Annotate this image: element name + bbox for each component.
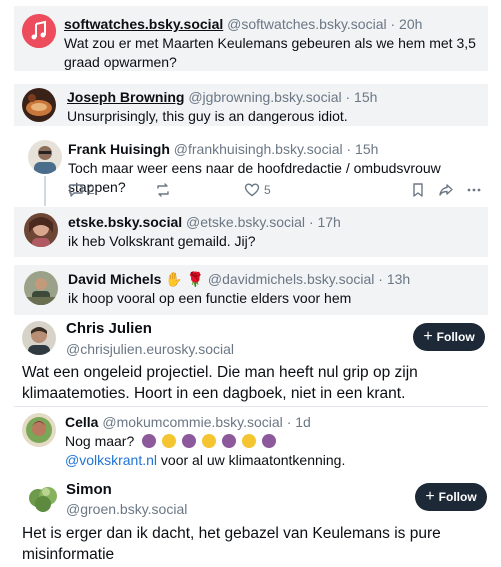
post-header-handle: @chrisjulien.eurosky.social: [66, 340, 234, 358]
author-handle[interactable]: @mokumcommie.bsky.social: [102, 414, 282, 430]
wave-hand-emoji-icon: ✋: [165, 271, 183, 287]
thread-line: [44, 176, 46, 206]
mention-link[interactable]: @volkskrant.nl: [65, 452, 157, 468]
post-chris-julien[interactable]: Chris Julien @chrisjulien.eurosky.social…: [14, 318, 488, 404]
post-time[interactable]: · 15h: [347, 141, 379, 157]
reply-count: 2: [88, 183, 95, 197]
post-text-suffix: voor al uw klimaatontkenning.: [160, 452, 346, 468]
laughing-emoji-icon: [201, 434, 216, 448]
post-time[interactable]: · 13h: [378, 271, 410, 287]
author-name[interactable]: etske.bsky.social: [68, 214, 182, 230]
post-card-softwatches[interactable]: softwatches.bsky.social @softwatches.bsk…: [14, 6, 488, 71]
plus-icon: +: [425, 488, 435, 505]
share-button[interactable]: [438, 181, 454, 199]
post-text: Wat zou er met Maarten Keulemans gebeure…: [64, 35, 476, 70]
post-time[interactable]: · 20h: [391, 16, 423, 32]
author-name[interactable]: Frank Huisingh: [68, 141, 170, 157]
post-text: Unsurprisingly, this guy is an dangerous…: [67, 108, 348, 124]
more-options-button[interactable]: [466, 181, 482, 199]
author-handle[interactable]: @jgbrowning.bsky.social: [188, 89, 341, 105]
author-name[interactable]: softwatches.bsky.social: [64, 16, 223, 32]
bookmark-icon: [413, 183, 423, 197]
facepalm-emoji-icon: [221, 434, 236, 448]
avatar[interactable]: [28, 140, 62, 174]
reply-icon: [69, 184, 83, 197]
post-header: Joseph Browning @jgbrowning.bsky.social …: [67, 88, 377, 106]
avatar[interactable]: [24, 271, 58, 305]
post-simon[interactable]: Simon @groen.bsky.social + Follow Het is…: [14, 478, 488, 566]
heart-icon: [244, 183, 260, 197]
post-actions: 2 5: [68, 181, 488, 199]
post-text: ik hoop vooral op een functie elders voo…: [68, 290, 352, 306]
follow-button[interactable]: + Follow: [413, 323, 485, 351]
author-name[interactable]: David Michels: [68, 271, 161, 287]
author-handle[interactable]: @frankhuisingh.bsky.social: [174, 141, 343, 157]
avatar[interactable]: [22, 321, 56, 355]
bookmark-button[interactable]: [410, 181, 426, 199]
author-name[interactable]: Chris Julien: [66, 320, 152, 337]
facepalm-emoji-icon: [142, 434, 157, 448]
author-handle[interactable]: @chrisjulien.eurosky.social: [66, 341, 234, 357]
author-handle[interactable]: @groen.bsky.social: [66, 501, 187, 517]
post-header-handle: @groen.bsky.social: [66, 500, 187, 518]
ellipsis-icon: [467, 188, 481, 192]
post-text: Wat een ongeleid projectiel. Die man hee…: [22, 364, 418, 402]
post-text-prefix: Nog maar?: [65, 433, 135, 449]
rose-emoji-icon: 🌹: [186, 271, 205, 287]
repost-icon: [157, 183, 169, 197]
avatar[interactable]: [24, 213, 58, 247]
post-card-joseph-browning[interactable]: Joseph Browning @jgbrowning.bsky.social …: [14, 84, 488, 126]
avatar[interactable]: [22, 413, 56, 447]
post-time[interactable]: · 15h: [345, 89, 377, 105]
post-time[interactable]: · 17h: [309, 214, 341, 230]
avatar[interactable]: [26, 482, 60, 516]
reply-button[interactable]: 2: [68, 181, 95, 199]
plus-icon: +: [423, 328, 433, 345]
follow-label: Follow: [436, 330, 475, 344]
avatar[interactable]: [22, 14, 56, 48]
author-name[interactable]: Simon: [66, 481, 112, 498]
music-note-icon: [22, 14, 56, 48]
avatar[interactable]: [22, 88, 56, 122]
post-text: ik heb Volkskrant gemaild. Jij?: [68, 233, 256, 249]
post-header: Frank Huisingh @frankhuisingh.bsky.socia…: [68, 140, 378, 158]
author-handle[interactable]: @davidmichels.bsky.social: [208, 271, 374, 287]
laughing-emoji-icon: [162, 434, 177, 448]
author-name[interactable]: Joseph Browning: [67, 89, 184, 105]
author-name[interactable]: Cella: [65, 414, 98, 430]
post-card-david-michels[interactable]: David Michels ✋ 🌹 @davidmichels.bsky.soc…: [14, 265, 488, 315]
follow-button[interactable]: + Follow: [415, 483, 487, 511]
follow-label: Follow: [438, 490, 477, 504]
post-header: Cella @mokumcommie.bsky.social · 1d: [65, 413, 311, 431]
repost-button[interactable]: [155, 181, 171, 199]
like-count: 5: [264, 183, 271, 197]
like-button[interactable]: 5: [244, 181, 271, 199]
post-header: etske.bsky.social @etske.bsky.social · 1…: [68, 213, 341, 231]
post-text: Het is erger dan ik dacht, het gebazel v…: [22, 525, 441, 563]
post-header: Simon: [66, 481, 112, 499]
post-cella[interactable]: Cella @mokumcommie.bsky.social · 1d Nog …: [14, 410, 488, 470]
author-handle[interactable]: @softwatches.bsky.social: [227, 16, 386, 32]
share-icon: [439, 184, 453, 196]
divider: [14, 406, 488, 407]
post-header: softwatches.bsky.social @softwatches.bsk…: [64, 15, 422, 33]
author-handle[interactable]: @etske.bsky.social: [186, 214, 305, 230]
post-card-etske[interactable]: etske.bsky.social @etske.bsky.social · 1…: [14, 207, 488, 257]
post-time[interactable]: · 1d: [287, 414, 311, 430]
post-header: Chris Julien: [66, 320, 152, 338]
post-text: Nog maar? @volkskrant.nl voor al uw klim…: [65, 432, 480, 470]
facepalm-emoji-icon: [181, 434, 196, 448]
facepalm-emoji-icon: [261, 434, 276, 448]
laughing-emoji-icon: [241, 434, 256, 448]
post-header: David Michels ✋ 🌹 @davidmichels.bsky.soc…: [68, 270, 410, 288]
